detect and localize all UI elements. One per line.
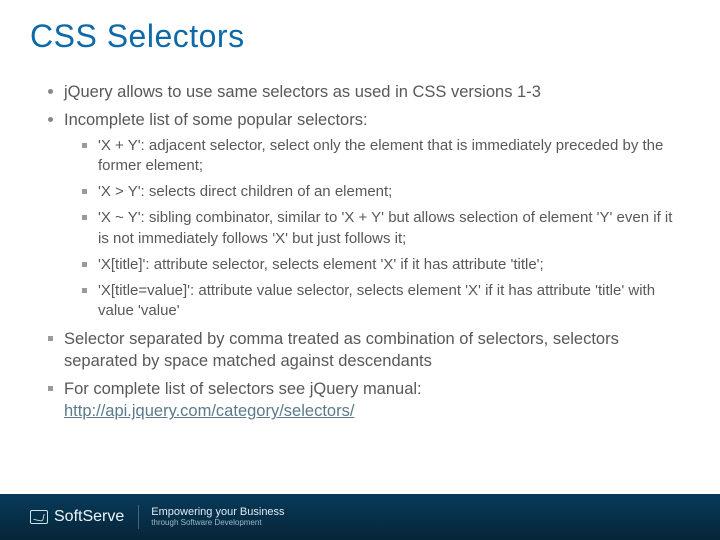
tagline-main: Empowering your Business (151, 507, 284, 518)
list-item: 'X[title]': attribute selector, selects … (76, 255, 684, 275)
tagline-sub: through Software Development (151, 518, 284, 528)
footer-divider (138, 505, 139, 529)
footer-bar: SoftServe Empowering your Business throu… (0, 494, 720, 540)
list-item: 'X > Y': selects direct children of an e… (76, 182, 684, 202)
list-item: jQuery allows to use same selectors as u… (48, 81, 684, 103)
logo-icon (30, 510, 48, 524)
list-item: For complete list of selectors see jQuer… (48, 378, 684, 423)
sub-bullet-list: 'X + Y': adjacent selector, select only … (64, 136, 684, 322)
list-item: Incomplete list of some popular selector… (48, 109, 684, 321)
brand-name: SoftServe (54, 508, 124, 526)
slide: CSS Selectors jQuery allows to use same … (0, 0, 720, 540)
page-title: CSS Selectors (0, 0, 720, 55)
manual-link[interactable]: http://api.jquery.com/category/selectors… (64, 402, 354, 420)
content-area: jQuery allows to use same selectors as u… (0, 55, 720, 494)
list-item: 'X[title=value]': attribute value select… (76, 281, 684, 322)
list-item: Selector separated by comma treated as c… (48, 328, 684, 373)
tagline: Empowering your Business through Softwar… (151, 507, 284, 528)
list-item-label: For complete list of selectors see jQuer… (64, 380, 422, 398)
list-item: 'X + Y': adjacent selector, select only … (76, 136, 684, 177)
list-item: 'X ~ Y': sibling combinator, similar to … (76, 208, 684, 249)
list-item-label: Incomplete list of some popular selector… (64, 111, 368, 129)
bullet-list: jQuery allows to use same selectors as u… (48, 81, 684, 423)
